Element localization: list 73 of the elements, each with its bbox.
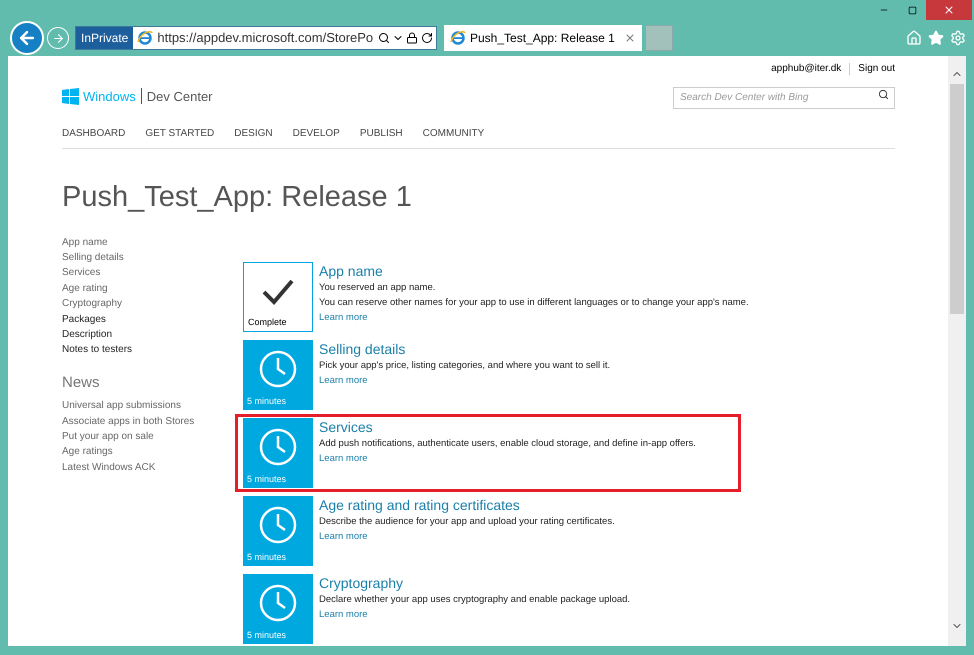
tile-status: 5 minutes xyxy=(247,395,286,408)
address-bar[interactable]: InPrivate https://appdev.microsoft.com/StorePo xyxy=(75,26,437,50)
home-icon[interactable] xyxy=(906,30,922,46)
settings-icon[interactable] xyxy=(950,30,966,46)
sidebar-link[interactable]: App name xyxy=(62,234,241,250)
site-name: Dev Center xyxy=(146,88,212,106)
favorites-icon[interactable] xyxy=(928,30,944,46)
nav-link[interactable]: DESIGN xyxy=(234,126,273,140)
learn-more-link[interactable]: Learn more xyxy=(319,310,749,324)
sidebar-text: Description xyxy=(62,328,114,342)
step-description: Describe the audience for your app and upload your rating certificates. xyxy=(319,514,615,528)
sign-out-link[interactable]: Sign out xyxy=(858,61,895,76)
step-title[interactable]: Services xyxy=(319,418,696,436)
forward-button[interactable] xyxy=(47,27,69,49)
scrollbar[interactable] xyxy=(948,56,966,646)
news-heading: News xyxy=(62,372,101,393)
sidebar-link[interactable]: Age rating xyxy=(62,280,241,296)
nav-link[interactable]: GET STARTED xyxy=(145,126,214,140)
step-description: Pick your app's price, listing categories, and where you want to sell it. xyxy=(319,358,610,372)
step-title[interactable]: Selling details xyxy=(319,340,610,358)
search-icon[interactable] xyxy=(878,89,889,100)
news-link[interactable]: Universal app submissions xyxy=(62,398,241,414)
close-button[interactable] xyxy=(926,0,972,20)
news-link[interactable]: Age ratings xyxy=(62,444,241,460)
step-description: You reserved an app name. xyxy=(319,280,436,294)
sidebar-text: Packages xyxy=(62,312,107,327)
clock-icon xyxy=(259,506,297,544)
arrow-right-icon xyxy=(52,32,64,44)
user-email: apphub@iter.dk xyxy=(771,62,842,76)
scrollbar-thumb[interactable] xyxy=(950,84,964,314)
address-text: https://appdev.microsoft.com/StorePo xyxy=(157,29,374,48)
nav-link[interactable]: COMMUNITY xyxy=(422,126,484,140)
sidebar-text: Notes to testers xyxy=(62,343,134,358)
step-description: Add push notifications, authenticate users, enable cloud storage, and define in-app offers. xyxy=(319,436,696,450)
page-title: Push_Test_App: Release 1 xyxy=(62,180,413,214)
nav-link[interactable]: PUBLISH xyxy=(360,126,403,140)
news-link[interactable]: Latest Windows ACK xyxy=(62,460,241,476)
tab-title: Push_Test_App: Release 1 xyxy=(470,30,615,47)
learn-more-link[interactable]: Learn more xyxy=(319,606,630,622)
inprivate-badge: InPrivate xyxy=(76,27,134,49)
close-icon xyxy=(943,4,955,16)
step-title[interactable]: Cryptography xyxy=(319,574,630,592)
sidebar-link[interactable]: Selling details xyxy=(62,250,241,266)
search-field[interactable]: Search Dev Center with Bing xyxy=(673,86,895,108)
learn-more-link[interactable]: Learn more xyxy=(319,372,610,388)
refresh-icon[interactable] xyxy=(421,32,433,44)
learn-more-link[interactable]: Learn more xyxy=(319,528,615,544)
maximize-icon xyxy=(908,6,916,14)
sidebar-link[interactable]: Cryptography xyxy=(62,296,241,312)
close-icon[interactable] xyxy=(624,32,636,44)
clock-icon xyxy=(259,584,297,622)
brand-name: Windows xyxy=(83,88,136,106)
news-link[interactable]: Associate apps in both Stores xyxy=(62,414,241,430)
step-description: Declare whether your app uses cryptography and enable package upload. xyxy=(319,592,630,606)
nav-link[interactable]: DASHBOARD xyxy=(62,126,126,140)
tile-status: Complete xyxy=(248,316,287,329)
sidebar-link[interactable]: Services xyxy=(62,265,241,281)
step-title[interactable]: App name xyxy=(319,262,749,280)
clock-icon xyxy=(259,350,297,388)
browser-tab[interactable]: Push_Test_App: Release 1 xyxy=(444,25,642,51)
nav-link[interactable]: DEVELOP xyxy=(292,126,340,140)
search-icon[interactable] xyxy=(378,32,390,44)
tile-status: 5 minutes xyxy=(247,473,286,486)
learn-more-link[interactable]: Learn more xyxy=(319,450,696,466)
tile-status: 5 minutes xyxy=(247,629,286,642)
news-link[interactable]: Put your app on sale xyxy=(62,429,241,444)
tile-status: 5 minutes xyxy=(247,551,286,564)
step-title[interactable]: Age rating and rating certificates xyxy=(319,496,615,514)
lock-icon xyxy=(406,32,418,44)
clock-icon xyxy=(259,428,297,466)
windows-logo-icon xyxy=(62,88,79,105)
step-description: You can reserve other names for your app to use in different languages or to change your app's name. xyxy=(319,296,749,310)
back-button[interactable] xyxy=(10,21,44,55)
